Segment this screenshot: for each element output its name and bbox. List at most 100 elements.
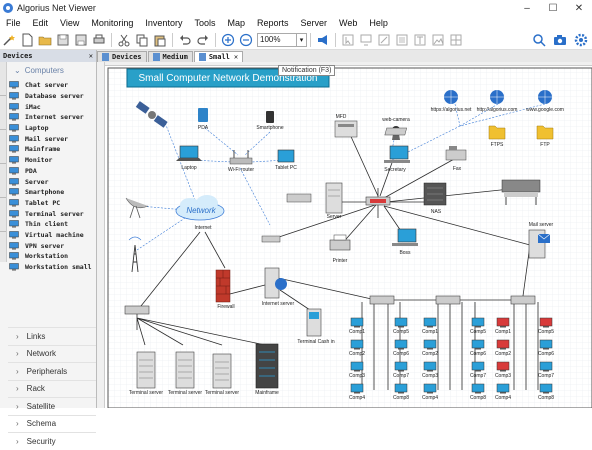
undo-icon[interactable] — [176, 31, 194, 49]
wizard-icon[interactable] — [0, 31, 18, 49]
device-item[interactable]: Thin client — [9, 219, 97, 230]
menu-reports[interactable]: Reports — [251, 18, 295, 28]
mainframe-icon[interactable] — [255, 343, 279, 389]
save-icon[interactable] — [54, 31, 72, 49]
nas-icon[interactable] — [423, 182, 447, 206]
device-item[interactable]: Monitor — [9, 155, 97, 166]
close-button[interactable]: ✕ — [566, 0, 592, 16]
network-switch-icon[interactable] — [369, 295, 395, 305]
menu-inventory[interactable]: Inventory — [139, 18, 188, 28]
device-item[interactable]: Database server — [9, 91, 97, 102]
vertical-side-tabs[interactable] — [0, 62, 7, 262]
category-item[interactable]: › Peripherals — [8, 362, 96, 380]
close-icon[interactable]: ✕ — [234, 53, 238, 61]
image-tool-icon[interactable] — [429, 31, 447, 49]
computer-icon[interactable] — [394, 361, 408, 372]
menu-edit[interactable]: Edit — [27, 18, 55, 28]
device-item[interactable]: PDA — [9, 166, 97, 177]
category-item[interactable]: › Links — [8, 327, 96, 345]
computer-alert-icon[interactable] — [496, 317, 510, 328]
menu-web[interactable]: Web — [333, 18, 363, 28]
new-file-icon[interactable] — [18, 31, 36, 49]
computer-icon[interactable] — [539, 361, 553, 372]
paste-icon[interactable] — [151, 31, 169, 49]
print-icon[interactable] — [90, 31, 108, 49]
device-item[interactable]: Server — [9, 176, 97, 187]
monitor-tool-icon[interactable] — [357, 31, 375, 49]
computer-icon[interactable] — [350, 383, 364, 394]
device-item[interactable]: Terminal server — [9, 208, 97, 219]
pda-icon[interactable] — [198, 108, 208, 122]
redo-icon[interactable] — [194, 31, 212, 49]
device-item[interactable]: Virtual machine — [9, 230, 97, 241]
computer-alert-icon[interactable] — [496, 339, 510, 350]
smartphone-icon[interactable] — [266, 111, 274, 123]
atm-terminal-icon[interactable] — [306, 308, 322, 337]
text-tool-icon[interactable] — [411, 31, 429, 49]
computer-icon[interactable] — [471, 361, 485, 372]
computer-icon[interactable] — [423, 339, 437, 350]
device-item[interactable]: Mainframe — [9, 144, 97, 155]
menu-server[interactable]: Server — [295, 18, 334, 28]
cut-icon[interactable] — [115, 31, 133, 49]
server-icon[interactable] — [325, 182, 343, 214]
mfd-icon[interactable] — [334, 120, 358, 138]
pointer-icon[interactable] — [339, 31, 357, 49]
computer-icon[interactable] — [471, 317, 485, 328]
menu-file[interactable]: File — [0, 18, 27, 28]
ftp-folder-icon[interactable] — [536, 125, 554, 140]
computer-icon[interactable] — [394, 317, 408, 328]
terminal-server-icon[interactable] — [136, 351, 156, 389]
tab-small[interactable]: Small ✕ — [193, 51, 244, 62]
maximize-button[interactable]: ☐ — [540, 0, 566, 16]
category-item[interactable]: › Schema — [8, 414, 96, 433]
computer-icon[interactable] — [350, 339, 364, 350]
computer-icon[interactable] — [539, 383, 553, 394]
device-item[interactable]: Chat server — [9, 80, 97, 91]
category-computers[interactable]: ⌄ Computers — [8, 63, 96, 77]
copy-icon[interactable] — [133, 31, 151, 49]
link-tool-icon[interactable] — [375, 31, 393, 49]
zoom-out-icon[interactable] — [237, 31, 255, 49]
menu-tools[interactable]: Tools — [188, 18, 221, 28]
computer-icon[interactable] — [496, 383, 510, 394]
modem-icon[interactable] — [286, 193, 312, 203]
minimize-button[interactable]: – — [514, 0, 540, 16]
computer-icon[interactable] — [423, 317, 437, 328]
zoom-in-icon[interactable] — [219, 31, 237, 49]
close-icon[interactable]: ✕ — [89, 52, 93, 60]
grid-tool-icon[interactable] — [447, 31, 465, 49]
network-diagram[interactable]: Small Computer Network Demonstration Net… — [97, 62, 592, 408]
device-item[interactable]: Internet server — [9, 112, 97, 123]
menu-monitoring[interactable]: Monitoring — [85, 18, 139, 28]
laptop-icon[interactable] — [176, 145, 202, 161]
category-item[interactable]: › Rack — [8, 379, 96, 398]
menu-view[interactable]: View — [54, 18, 85, 28]
computer-icon[interactable] — [471, 383, 485, 394]
tablet-icon[interactable] — [277, 149, 295, 163]
diagram-canvas[interactable]: Small Computer Network Demonstration Net… — [97, 62, 592, 408]
computer-icon[interactable] — [350, 361, 364, 372]
computer-icon[interactable] — [539, 339, 553, 350]
device-item[interactable]: Mail server — [9, 133, 97, 144]
category-item[interactable]: › Network — [8, 344, 96, 363]
network-switch-icon[interactable] — [435, 295, 461, 305]
network-switch-icon[interactable] — [124, 305, 150, 315]
shape-tool-icon[interactable] — [393, 31, 411, 49]
tab-medium[interactable]: Medium — [147, 51, 193, 62]
open-folder-icon[interactable] — [36, 31, 54, 49]
computer-alert-icon[interactable] — [496, 361, 510, 372]
search-icon[interactable] — [530, 31, 548, 49]
hub-icon[interactable] — [261, 235, 281, 243]
scanner-icon[interactable] — [384, 127, 408, 136]
device-item[interactable]: iMac — [9, 101, 97, 112]
device-item[interactable]: Workstation small — [9, 262, 97, 273]
device-item[interactable]: VPN server — [9, 240, 97, 251]
category-item[interactable]: › Security — [8, 432, 96, 450]
ftp-folder-icon[interactable] — [488, 125, 506, 140]
terminal-server-icon[interactable] — [175, 351, 195, 389]
computer-icon[interactable] — [423, 383, 437, 394]
device-item[interactable]: Laptop — [9, 123, 97, 134]
settings-gear-icon[interactable] — [572, 31, 590, 49]
computer-icon[interactable] — [394, 383, 408, 394]
